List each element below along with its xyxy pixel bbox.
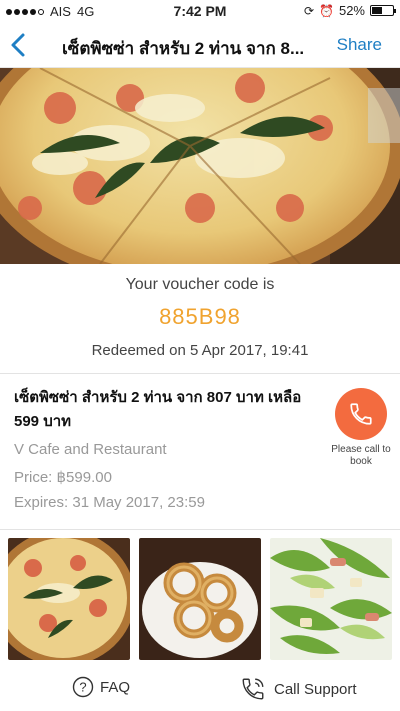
deal-hero-image [0, 68, 400, 264]
back-button[interactable] [8, 31, 30, 59]
faq-button[interactable]: ? FAQ [72, 676, 130, 698]
call-to-book-label: Please call to book [331, 444, 391, 467]
redeemed-date: Redeemed on 5 Apr 2017, 19:41 [91, 342, 309, 359]
merchant-name[interactable]: V Cafe and Restaurant [14, 441, 167, 458]
gallery-thumb-salad[interactable] [270, 538, 392, 660]
call-support-label: Call Support [274, 680, 357, 698]
battery-percent: 52% [338, 3, 365, 18]
alarm-icon: ⏰ [319, 3, 334, 18]
page-title: เซ็ตพิซซ่า สำหรับ 2 ท่าน จาก 8... [62, 39, 305, 58]
svg-text:?: ? [79, 680, 86, 695]
phone-icon [350, 403, 372, 425]
deal-title: เซ็ตพิซซ่า สำหรับ 2 ท่าน จาก 807 บาท เหล… [14, 389, 302, 430]
battery-icon [370, 5, 396, 16]
faq-label: FAQ [100, 678, 131, 696]
deal-details: เซ็ตพิซซ่า สำหรับ 2 ท่าน จาก 807 บาท เหล… [0, 374, 400, 530]
call-to-book-button[interactable]: Please call to book [330, 388, 392, 468]
call-support-button[interactable]: Call Support [240, 676, 357, 702]
voucher-code: 885B98 [159, 304, 241, 329]
footer-bar: ? FAQ Call Support [0, 668, 400, 711]
status-bar: AIS 4G 7:42 PM ⟳ ⏰ 52% [0, 0, 400, 22]
expiry-date: Expires: 31 May 2017, 23:59 [14, 494, 205, 511]
question-icon: ? [72, 676, 94, 698]
voucher-panel: Your voucher code is 885B98 Redeemed on … [0, 264, 400, 374]
phone-call-circle[interactable] [335, 388, 387, 440]
share-button[interactable]: Share [337, 35, 382, 55]
chevron-left-icon [11, 33, 25, 57]
voucher-label: Your voucher code is [125, 276, 275, 293]
rotation-lock-icon: ⟳ [303, 3, 315, 18]
gallery-thumb-onion-rings[interactable] [139, 538, 261, 660]
navigation-bar: เซ็ตพิซซ่า สำหรับ 2 ท่าน จาก 8... Share [0, 22, 400, 68]
phone-support-icon [242, 678, 264, 700]
photo-gallery [0, 538, 400, 662]
gallery-thumb-pizza[interactable] [8, 538, 130, 660]
deal-price: Price: ฿599.00 [14, 469, 112, 486]
